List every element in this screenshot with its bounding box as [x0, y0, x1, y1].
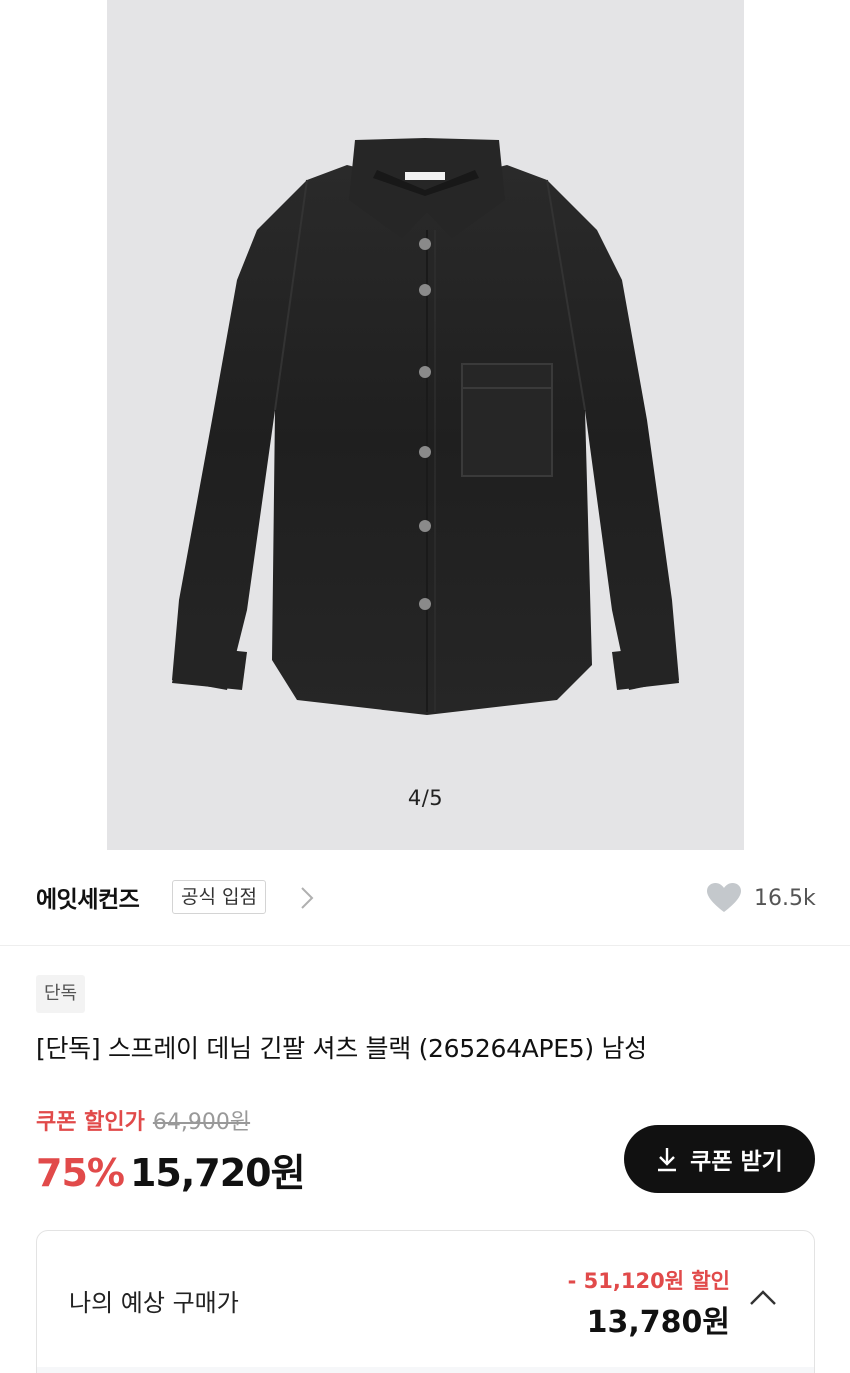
image-pager: 4/5 — [407, 786, 444, 810]
brand-name[interactable]: 에잇세컨즈 — [36, 880, 140, 914]
get-coupon-label: 쿠폰 받기 — [690, 1149, 783, 1175]
exclusive-tag: 단독 — [36, 975, 86, 1013]
like-button[interactable]: 16.5k — [706, 880, 816, 916]
official-store-badge: 공식 입점 — [172, 880, 266, 914]
product-image — [172, 138, 679, 715]
final-price: 15,720원 — [129, 1151, 306, 1195]
get-coupon-button[interactable]: 쿠폰 받기 — [624, 1125, 815, 1193]
product-title: [단독] 스프레이 데님 긴팔 셔츠 블랙 (265264APE5) 남성 — [36, 1034, 647, 1063]
estimated-discount: - 51,120원 할인 — [567, 1269, 730, 1293]
price-row: 75% 15,720원 — [36, 1142, 306, 1197]
download-icon — [658, 1148, 677, 1172]
estimated-price-card[interactable]: 나의 예상 구매가 - 51,120원 할인 13,780원 — [36, 1230, 815, 1373]
estimated-price-label: 나의 예상 구매가 — [69, 1289, 239, 1317]
chevron-right-icon[interactable] — [296, 885, 318, 911]
discount-rate: 75% — [36, 1151, 125, 1195]
chevron-up-icon[interactable] — [748, 1289, 778, 1307]
card-expanded-area — [37, 1367, 814, 1373]
original-price: 64,900원 — [152, 1110, 251, 1135]
product-image-gallery[interactable]: 4/5 — [107, 0, 744, 850]
estimated-price: 13,780원 — [586, 1305, 730, 1340]
coupon-price-label: 쿠폰 할인가 — [36, 1110, 145, 1135]
coupon-price-label-row: 쿠폰 할인가 64,900원 — [36, 1104, 250, 1136]
heart-icon — [707, 883, 741, 912]
like-count: 16.5k — [754, 885, 816, 911]
brand-row: 에잇세컨즈 공식 입점 16.5k — [0, 850, 850, 946]
